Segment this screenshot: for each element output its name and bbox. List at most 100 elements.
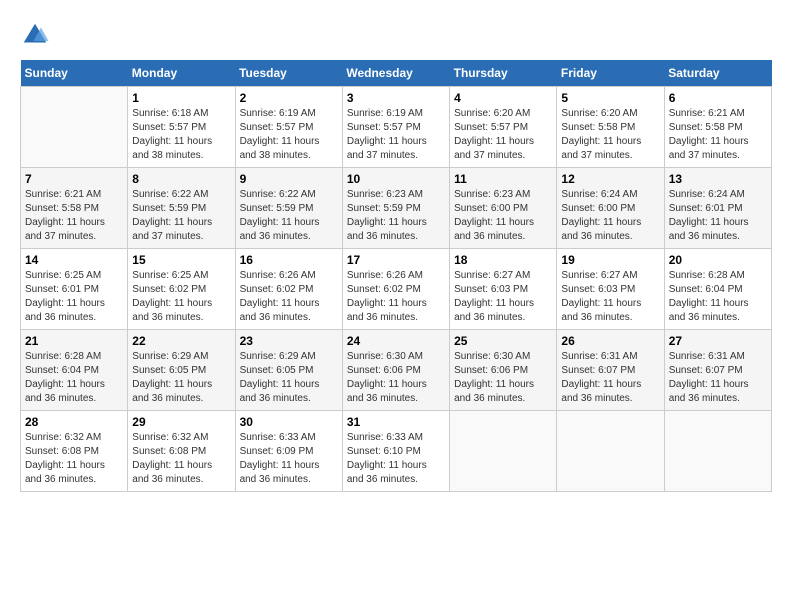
day-number: 3 [347, 91, 445, 105]
day-info: Sunrise: 6:23 AMSunset: 5:59 PMDaylight:… [347, 188, 445, 244]
day-info: Sunrise: 6:33 AMSunset: 6:09 PMDaylight:… [240, 431, 338, 487]
week-row-4: 21 Sunrise: 6:28 AMSunset: 6:04 PMDayligh… [21, 330, 772, 411]
day-info: Sunrise: 6:31 AMSunset: 6:07 PMDaylight:… [669, 350, 767, 406]
calendar-cell [21, 87, 128, 168]
day-info: Sunrise: 6:28 AMSunset: 6:04 PMDaylight:… [25, 350, 123, 406]
day-number: 28 [25, 415, 123, 429]
header-saturday: Saturday [664, 60, 771, 87]
day-info: Sunrise: 6:27 AMSunset: 6:03 PMDaylight:… [561, 269, 659, 325]
calendar-cell: 13 Sunrise: 6:24 AMSunset: 6:01 PMDayligh… [664, 168, 771, 249]
day-number: 7 [25, 172, 123, 186]
calendar-cell: 19 Sunrise: 6:27 AMSunset: 6:03 PMDayligh… [557, 249, 664, 330]
day-info: Sunrise: 6:19 AMSunset: 5:57 PMDaylight:… [347, 107, 445, 163]
day-number: 30 [240, 415, 338, 429]
calendar-cell: 10Sunrise: 6:23 AMSunset: 5:59 PMDayligh… [342, 168, 449, 249]
calendar-cell: 1 Sunrise: 6:18 AMSunset: 5:57 PMDaylight… [128, 87, 235, 168]
day-info: Sunrise: 6:32 AMSunset: 6:08 PMDaylight:… [132, 431, 230, 487]
calendar-cell: 5 Sunrise: 6:20 AMSunset: 5:58 PMDaylight… [557, 87, 664, 168]
day-info: Sunrise: 6:23 AMSunset: 6:00 PMDaylight:… [454, 188, 552, 244]
calendar-cell [450, 411, 557, 492]
day-number: 21 [25, 334, 123, 348]
calendar-cell: 8Sunrise: 6:22 AMSunset: 5:59 PMDaylight… [128, 168, 235, 249]
day-info: Sunrise: 6:20 AMSunset: 5:57 PMDaylight:… [454, 107, 552, 163]
calendar-cell: 16 Sunrise: 6:26 AMSunset: 6:02 PMDayligh… [235, 249, 342, 330]
day-number: 26 [561, 334, 659, 348]
day-info: Sunrise: 6:24 AMSunset: 6:01 PMDaylight:… [669, 188, 767, 244]
day-info: Sunrise: 6:18 AMSunset: 5:57 PMDaylight:… [132, 107, 230, 163]
day-number: 27 [669, 334, 767, 348]
calendar-cell: 15 Sunrise: 6:25 AMSunset: 6:02 PMDayligh… [128, 249, 235, 330]
header-thursday: Thursday [450, 60, 557, 87]
header-monday: Monday [128, 60, 235, 87]
day-info: Sunrise: 6:27 AMSunset: 6:03 PMDaylight:… [454, 269, 552, 325]
calendar-cell: 18 Sunrise: 6:27 AMSunset: 6:03 PMDayligh… [450, 249, 557, 330]
calendar-cell: 9 Sunrise: 6:22 AMSunset: 5:59 PMDaylight… [235, 168, 342, 249]
day-info: Sunrise: 6:22 AMSunset: 5:59 PMDaylight:… [240, 188, 338, 244]
day-number: 1 [132, 91, 230, 105]
week-row-1: 1 Sunrise: 6:18 AMSunset: 5:57 PMDaylight… [21, 87, 772, 168]
calendar-cell: 30 Sunrise: 6:33 AMSunset: 6:09 PMDayligh… [235, 411, 342, 492]
calendar-cell: 23 Sunrise: 6:29 AMSunset: 6:05 PMDayligh… [235, 330, 342, 411]
day-info: Sunrise: 6:33 AMSunset: 6:10 PMDaylight:… [347, 431, 445, 487]
day-number: 17 [347, 253, 445, 267]
calendar-cell: 11Sunrise: 6:23 AMSunset: 6:00 PMDayligh… [450, 168, 557, 249]
day-number: 19 [561, 253, 659, 267]
calendar-cell: 31Sunrise: 6:33 AMSunset: 6:10 PMDayligh… [342, 411, 449, 492]
calendar-cell: 22 Sunrise: 6:29 AMSunset: 6:05 PMDayligh… [128, 330, 235, 411]
week-row-3: 14 Sunrise: 6:25 AMSunset: 6:01 PMDayligh… [21, 249, 772, 330]
day-info: Sunrise: 6:26 AMSunset: 6:02 PMDaylight:… [347, 269, 445, 325]
day-number: 9 [240, 172, 338, 186]
day-number: 23 [240, 334, 338, 348]
calendar-table: SundayMondayTuesdayWednesdayThursdayFrid… [20, 60, 772, 492]
day-number: 4 [454, 91, 552, 105]
day-info: Sunrise: 6:29 AMSunset: 6:05 PMDaylight:… [132, 350, 230, 406]
calendar-cell: 27 Sunrise: 6:31 AMSunset: 6:07 PMDayligh… [664, 330, 771, 411]
day-info: Sunrise: 6:25 AMSunset: 6:01 PMDaylight:… [25, 269, 123, 325]
day-info: Sunrise: 6:30 AMSunset: 6:06 PMDaylight:… [454, 350, 552, 406]
day-number: 13 [669, 172, 767, 186]
logo-icon [20, 20, 50, 50]
day-number: 5 [561, 91, 659, 105]
calendar-cell: 28Sunrise: 6:32 AMSunset: 6:08 PMDayligh… [21, 411, 128, 492]
header-friday: Friday [557, 60, 664, 87]
day-info: Sunrise: 6:21 AMSunset: 5:58 PMDaylight:… [25, 188, 123, 244]
calendar-cell: 14 Sunrise: 6:25 AMSunset: 6:01 PMDayligh… [21, 249, 128, 330]
day-number: 2 [240, 91, 338, 105]
calendar-cell: 4 Sunrise: 6:20 AMSunset: 5:57 PMDaylight… [450, 87, 557, 168]
header-sunday: Sunday [21, 60, 128, 87]
day-number: 24 [347, 334, 445, 348]
day-number: 14 [25, 253, 123, 267]
day-info: Sunrise: 6:29 AMSunset: 6:05 PMDaylight:… [240, 350, 338, 406]
day-info: Sunrise: 6:21 AMSunset: 5:58 PMDaylight:… [669, 107, 767, 163]
day-number: 12 [561, 172, 659, 186]
day-number: 16 [240, 253, 338, 267]
calendar-cell: 25 Sunrise: 6:30 AMSunset: 6:06 PMDayligh… [450, 330, 557, 411]
week-row-5: 28 Sunrise: 6:32 AMSunset: 6:08 PMDayligh… [21, 411, 772, 492]
calendar-cell: 2Sunrise: 6:19 AMSunset: 5:57 PMDaylight… [235, 87, 342, 168]
week-row-2: 7 Sunrise: 6:21 AMSunset: 5:58 PMDaylight… [21, 168, 772, 249]
calendar-cell: 24 Sunrise: 6:30 AMSunset: 6:06 PMDayligh… [342, 330, 449, 411]
page-header [20, 20, 772, 50]
day-info: Sunrise: 6:24 AMSunset: 6:00 PMDaylight:… [561, 188, 659, 244]
day-number: 25 [454, 334, 552, 348]
logo [20, 20, 54, 50]
calendar-cell: 21 Sunrise: 6:28 AMSunset: 6:04 PMDayligh… [21, 330, 128, 411]
calendar-cell: 6 Sunrise: 6:21 AMSunset: 5:58 PMDaylight… [664, 87, 771, 168]
day-number: 8 [132, 172, 230, 186]
day-info: Sunrise: 6:25 AMSunset: 6:02 PMDaylight:… [132, 269, 230, 325]
day-info: Sunrise: 6:30 AMSunset: 6:06 PMDaylight:… [347, 350, 445, 406]
calendar-cell: 12 Sunrise: 6:24 AMSunset: 6:00 PMDayligh… [557, 168, 664, 249]
day-info: Sunrise: 6:20 AMSunset: 5:58 PMDaylight:… [561, 107, 659, 163]
calendar-cell [557, 411, 664, 492]
calendar-cell: 17 Sunrise: 6:26 AMSunset: 6:02 PMDayligh… [342, 249, 449, 330]
calendar-cell: 7 Sunrise: 6:21 AMSunset: 5:58 PMDaylight… [21, 168, 128, 249]
days-header-row: SundayMondayTuesdayWednesdayThursdayFrid… [21, 60, 772, 87]
day-number: 22 [132, 334, 230, 348]
day-number: 6 [669, 91, 767, 105]
day-number: 20 [669, 253, 767, 267]
header-wednesday: Wednesday [342, 60, 449, 87]
calendar-cell [664, 411, 771, 492]
day-info: Sunrise: 6:26 AMSunset: 6:02 PMDaylight:… [240, 269, 338, 325]
day-number: 18 [454, 253, 552, 267]
day-number: 15 [132, 253, 230, 267]
